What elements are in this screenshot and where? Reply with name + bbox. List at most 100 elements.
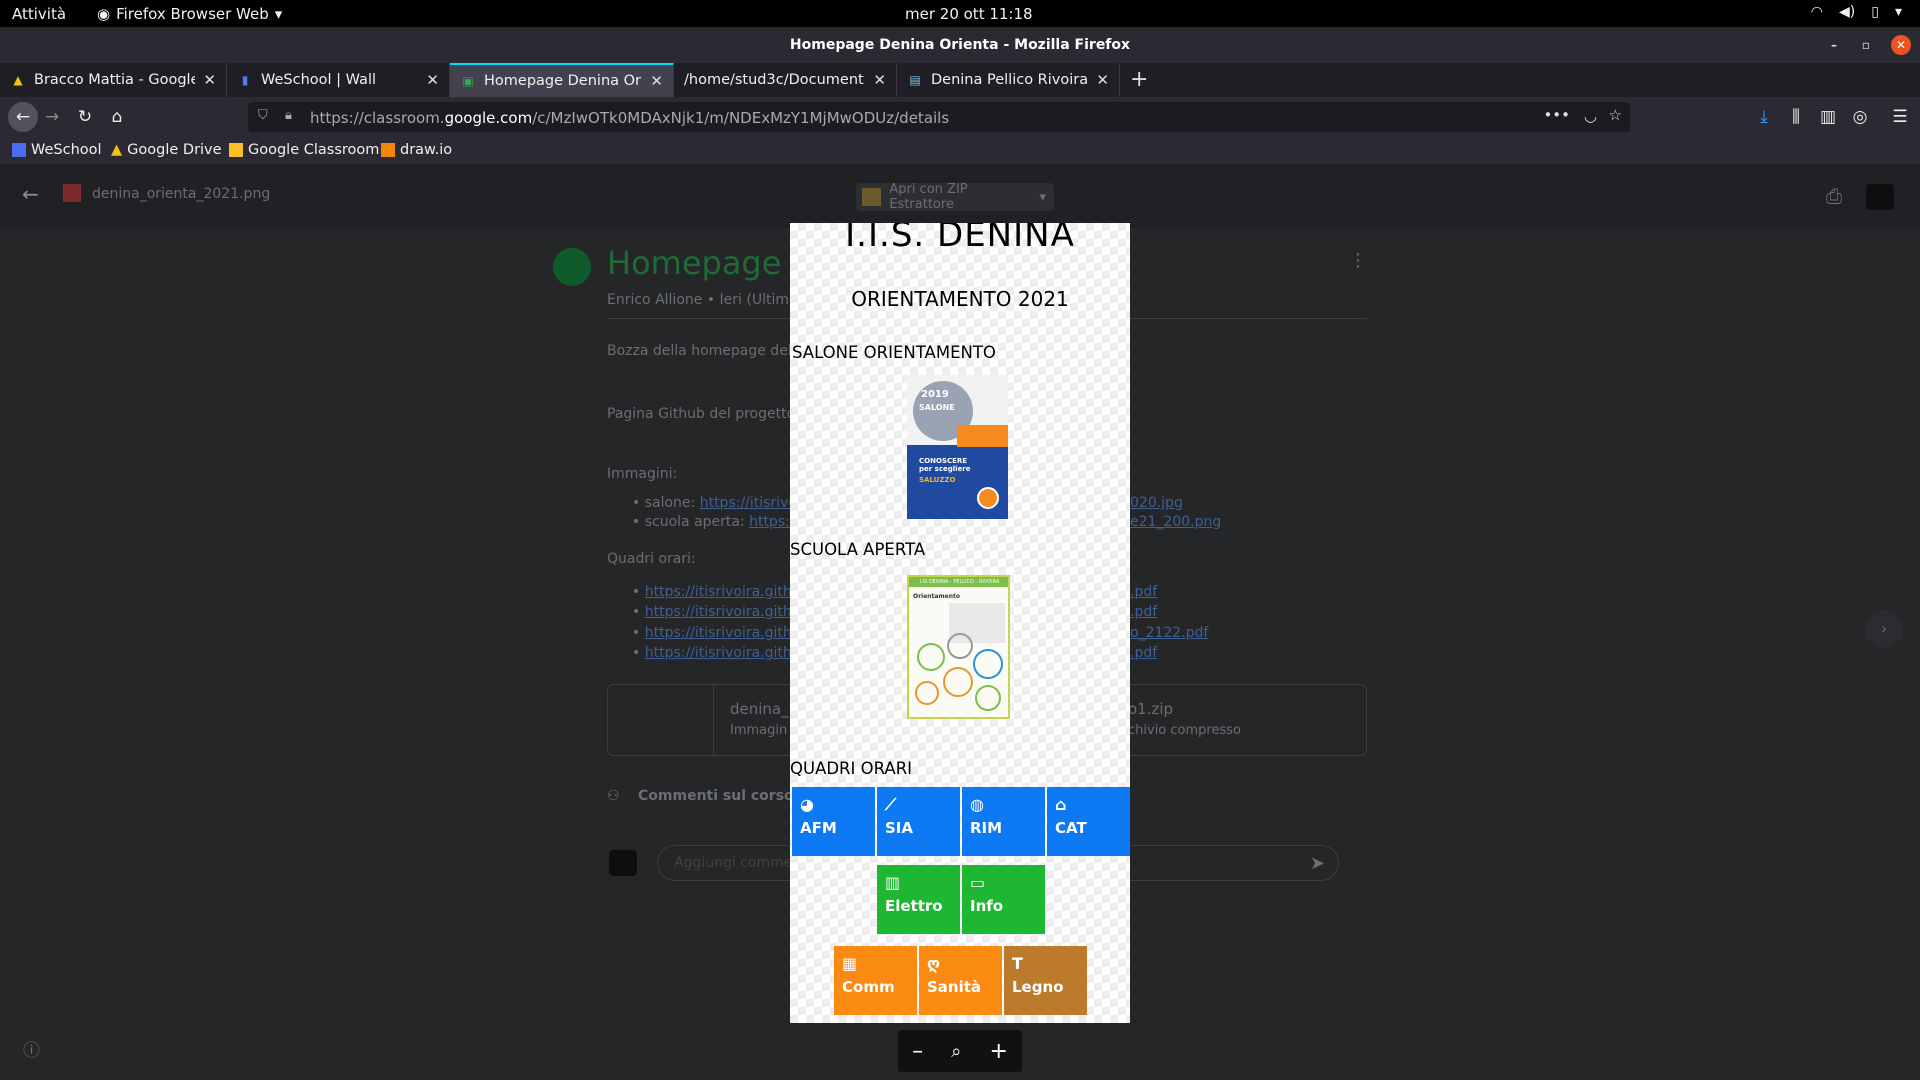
sidebar-icon[interactable]: ▥ <box>1816 105 1840 129</box>
activities-button[interactable]: Attività <box>12 5 66 23</box>
tile-elettro[interactable]: ▥ Elettro <box>877 865 960 934</box>
bookmark-google-drive[interactable]: ▲ Google Drive <box>111 142 222 158</box>
home-icon[interactable]: ⌂ <box>105 105 129 129</box>
lock-icon[interactable]: 🔒︎ <box>285 108 292 123</box>
post-title: Homepage D <box>607 244 817 282</box>
tile-sia[interactable]: ⟋ SIA <box>877 787 960 856</box>
back-button[interactable]: ← <box>8 102 38 132</box>
minimize-button[interactable]: – <box>1824 35 1844 55</box>
chevron-down-icon: ▾ <box>1894 4 1902 20</box>
tile-label: SIA <box>885 819 913 837</box>
tile-label: Elettro <box>885 897 943 915</box>
avatar[interactable] <box>1866 184 1894 210</box>
tile-label: Sanità <box>927 978 982 996</box>
new-tab-button[interactable]: + <box>1130 67 1148 92</box>
page-content: ← denina_orienta_2021.png Apri con ZIP E… <box>0 164 1920 1080</box>
reload-button[interactable]: ↻ <box>73 105 97 129</box>
tile-info[interactable]: ▭ Info <box>962 865 1045 934</box>
quadri-link-tail[interactable]: o_2122.pdf <box>1130 625 1208 641</box>
forward-button[interactable]: → <box>40 105 64 129</box>
tile-legno[interactable]: T Legno <box>1004 946 1087 1015</box>
poster-circle <box>975 685 1001 711</box>
section-scuola: SCUOLA APERTA <box>790 540 926 559</box>
bookmark-weschool[interactable]: WeSchool <box>12 142 102 158</box>
next-file-button[interactable]: › <box>1865 610 1903 648</box>
tab-close-icon[interactable]: ✕ <box>426 71 439 89</box>
quadri-link[interactable]: https://itisrivoira.githu <box>645 625 801 641</box>
tab-close-icon[interactable]: ✕ <box>203 71 216 89</box>
quadri-link-tail[interactable]: .pdf <box>1130 645 1157 661</box>
open-with-button[interactable]: Apri con ZIP Estrattore ▾ <box>856 182 1054 212</box>
bookmark-star-icon[interactable]: ☆ <box>1609 106 1622 124</box>
bookmark-label: WeSchool <box>31 142 102 158</box>
quadri-link[interactable]: https://itisrivoira.githu <box>645 604 801 620</box>
page-actions-icon[interactable]: ••• <box>1543 106 1570 124</box>
google-drive-icon: ▲ <box>13 73 23 87</box>
url-text[interactable]: https://classroom.google.com/c/MzIwOTk0M… <box>310 109 949 127</box>
poster-badge <box>977 487 999 509</box>
attachment-thumbnail <box>608 685 714 755</box>
print-icon[interactable]: ⎙ <box>1826 184 1842 208</box>
poster-header: I.IS DENINA - PELLICO - RIVOIRA <box>909 577 1008 587</box>
quadri-link-tail[interactable]: .pdf <box>1130 584 1157 600</box>
help-icon[interactable]: ⓘ <box>23 1036 40 1061</box>
quadri-link-tail[interactable]: .pdf <box>1130 604 1157 620</box>
quadri-link[interactable]: https://itisrivoira.githu <box>645 584 801 600</box>
pocket-icon[interactable]: ◡ <box>1584 107 1597 125</box>
image-preview: I.I.S. DENINA ORIENTAMENTO 2021 SALONE O… <box>790 223 1130 1023</box>
close-window-button[interactable]: ✕ <box>1891 35 1911 55</box>
bookmark-drawio[interactable]: draw.io <box>381 142 452 158</box>
maximize-button[interactable]: ▫ <box>1856 35 1876 55</box>
image-link[interactable]: https://itisrivoi <box>700 495 801 511</box>
tile-comm[interactable]: ▦ Comm <box>834 946 917 1015</box>
chevron-down-icon[interactable]: ▾ <box>1039 190 1054 205</box>
tab-weschool[interactable]: ▮ WeSchool | Wall ✕ <box>227 63 450 97</box>
zoom-out-button[interactable]: – <box>912 1039 923 1064</box>
zoom-in-button[interactable]: + <box>989 1039 1007 1064</box>
tile-rim[interactable]: ◍ RIM <box>962 787 1045 856</box>
zip-extractor-icon <box>862 188 882 206</box>
more-options-icon[interactable]: ⋮ <box>1349 250 1367 271</box>
tab-close-icon[interactable]: ✕ <box>650 72 663 90</box>
library-icon[interactable]: ⫼ <box>1784 105 1808 129</box>
image-link-tail[interactable]: e21_200.png <box>1130 514 1221 530</box>
bookmark-google-classroom[interactable]: Google Classroom <box>229 142 379 158</box>
shield-icon[interactable]: ⛉ <box>258 108 268 123</box>
tile-label: Legno <box>1012 978 1064 996</box>
attachment2-type: chivio compresso <box>1128 723 1241 738</box>
tab-label: WeSchool | Wall <box>261 72 377 88</box>
poster-circle <box>915 681 939 705</box>
account-icon[interactable]: ◎ <box>1848 105 1872 129</box>
url-bar[interactable]: ⛉ 🔒︎ https://classroom.google.com/c/MzIw… <box>248 102 1630 132</box>
tile-label: CAT <box>1055 819 1087 837</box>
tab-homepage-denina[interactable]: ▣ Homepage Denina Orien ✕ <box>450 63 674 97</box>
tile-afm[interactable]: ◕ AFM <box>792 787 875 856</box>
laptop-icon: ▭ <box>970 873 986 892</box>
downloads-icon[interactable]: ⤓ <box>1752 105 1776 129</box>
image-link-tail[interactable]: 020.jpg <box>1130 495 1183 511</box>
post-meta: Enrico Allione • Ieri (Ultima m <box>607 292 816 308</box>
chip-icon: ▥ <box>885 873 901 892</box>
quadri-link[interactable]: https://itisrivoira.githu <box>645 645 801 661</box>
app-menu[interactable]: ◉ Firefox Browser Web ▾ <box>97 5 282 23</box>
tile-cat[interactable]: ⌂ CAT <box>1047 787 1130 856</box>
system-tray[interactable]: ◠ ◀) ▯ ▾ <box>1811 4 1902 20</box>
send-icon[interactable]: ➤ <box>1310 853 1325 874</box>
menu-icon[interactable]: ☰ <box>1888 105 1912 129</box>
tab-close-icon[interactable]: ✕ <box>873 71 886 89</box>
clock[interactable]: mer 20 ott 11:18 <box>905 5 1033 23</box>
tab-denina-pellico[interactable]: ▤ Denina Pellico Rivoira ✕ <box>897 63 1120 97</box>
zoom-search-icon[interactable]: ⌕ <box>951 1041 961 1062</box>
tab-local-file[interactable]: /home/stud3c/Documenti/E ✕ <box>674 63 897 97</box>
tab-close-icon[interactable]: ✕ <box>1096 71 1109 89</box>
tab-label: Bracco Mattia - Google D <box>34 72 196 88</box>
tab-label: Denina Pellico Rivoira <box>931 72 1089 88</box>
poster-orange-band <box>957 425 1008 447</box>
tab-bracco-mattia[interactable]: ▲ Bracco Mattia - Google D ✕ <box>0 63 227 97</box>
back-arrow-icon[interactable]: ← <box>22 182 39 206</box>
tile-sanita[interactable]: ღ Sanità <box>919 946 1002 1015</box>
battery-icon: ▯ <box>1871 4 1879 20</box>
hands-icon: ღ <box>927 954 941 973</box>
poster-title: SALONE <box>919 403 955 412</box>
image-item-label: scuola aperta: <box>644 514 745 530</box>
